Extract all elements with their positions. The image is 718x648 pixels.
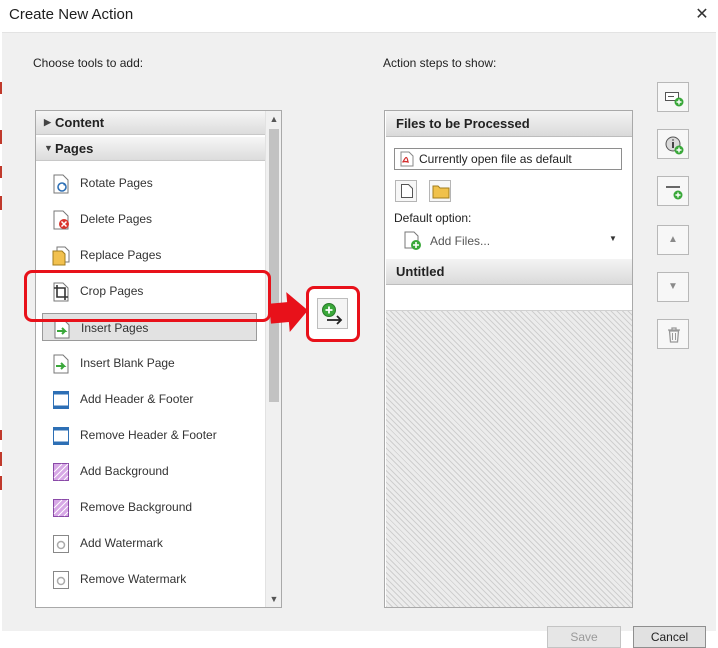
tools-scrollbar[interactable]: ▲ ▼ bbox=[265, 111, 281, 607]
empty-steps-area bbox=[386, 311, 632, 607]
delete-pages-icon bbox=[53, 210, 69, 230]
file-icon bbox=[401, 184, 413, 198]
default-option-label: Default option: bbox=[394, 211, 472, 225]
new-file-button[interactable] bbox=[395, 180, 417, 202]
info-add-icon bbox=[665, 136, 684, 155]
add-watermark-icon bbox=[53, 535, 69, 553]
category-label: Pages bbox=[55, 141, 94, 156]
folder-icon bbox=[432, 185, 450, 199]
cancel-button[interactable]: Cancel bbox=[633, 626, 706, 648]
action-steps-panel: Files to be Processed Currently open fil… bbox=[384, 110, 633, 608]
remove-background-icon bbox=[53, 499, 69, 517]
insert-blank-page-icon bbox=[53, 354, 69, 374]
move-down-button[interactable]: ▼ bbox=[657, 272, 689, 302]
add-step-icon bbox=[665, 92, 684, 107]
add-instruction-step-button[interactable] bbox=[657, 82, 689, 112]
tool-delete-pages[interactable]: Delete Pages bbox=[42, 205, 257, 233]
arrow-up-icon: ▲ bbox=[668, 234, 678, 245]
tool-remove-watermark[interactable]: Remove Watermark bbox=[42, 565, 257, 593]
untitled-section-header: Untitled bbox=[386, 259, 632, 285]
save-button[interactable]: Save bbox=[547, 626, 621, 648]
delete-step-button[interactable] bbox=[657, 319, 689, 349]
tool-label: Delete Pages bbox=[80, 212, 153, 226]
window-title: Create New Action bbox=[9, 6, 134, 23]
add-panel-separator-button[interactable] bbox=[657, 176, 689, 206]
tool-replace-pages[interactable]: Replace Pages bbox=[42, 241, 257, 269]
tool-label: Insert Blank Page bbox=[80, 356, 175, 370]
close-icon[interactable]: ✕ bbox=[692, 5, 712, 25]
pdf-file-icon bbox=[400, 151, 414, 167]
add-to-steps-inner bbox=[317, 298, 348, 329]
insert-pages-highlight bbox=[24, 270, 271, 322]
title-bar: Create New Action ✕ bbox=[0, 0, 718, 32]
add-to-steps-button[interactable] bbox=[306, 286, 360, 342]
replace-pages-icon bbox=[52, 246, 70, 266]
default-option-value: Add Files... bbox=[430, 234, 491, 248]
add-arrow-icon bbox=[322, 303, 343, 325]
tool-label: Add Background bbox=[80, 464, 169, 478]
tool-label: Remove Header & Footer bbox=[80, 428, 217, 442]
remove-header-footer-icon bbox=[53, 427, 69, 445]
browse-folder-button[interactable] bbox=[429, 180, 451, 202]
category-content[interactable]: ▶ Content bbox=[36, 111, 265, 135]
scroll-down-icon[interactable]: ▼ bbox=[269, 593, 279, 605]
untitled-title: Untitled bbox=[396, 264, 445, 279]
add-background-icon bbox=[53, 463, 69, 481]
tool-label: Add Header & Footer bbox=[80, 392, 194, 406]
add-info-step-button[interactable] bbox=[657, 129, 689, 159]
category-pages[interactable]: ▼ Pages bbox=[36, 137, 265, 161]
tool-add-header-footer[interactable]: Add Header & Footer bbox=[42, 385, 257, 413]
file-source-value: Currently open file as default bbox=[419, 152, 572, 166]
tool-label: Insert Pages bbox=[81, 321, 149, 335]
scrollbar-thumb[interactable] bbox=[269, 129, 279, 402]
add-header-footer-icon bbox=[53, 391, 69, 409]
move-up-button[interactable]: ▲ bbox=[657, 225, 689, 255]
chevron-down-icon: ▼ bbox=[609, 234, 617, 243]
tools-list: ▶ Content ▼ Pages Rotate Pages Delete Pa… bbox=[35, 110, 282, 608]
tool-remove-background[interactable]: Remove Background bbox=[42, 493, 257, 521]
files-section-title: Files to be Processed bbox=[396, 116, 530, 131]
tools-heading: Choose tools to add: bbox=[33, 56, 144, 70]
files-section-header: Files to be Processed bbox=[386, 111, 632, 137]
expand-right-icon: ▶ bbox=[44, 117, 51, 127]
separator-add-icon bbox=[666, 186, 683, 200]
tool-label: Remove Watermark bbox=[80, 572, 187, 586]
tool-rotate-pages[interactable]: Rotate Pages bbox=[42, 169, 257, 197]
steps-heading: Action steps to show: bbox=[383, 56, 497, 70]
tool-label: Add Watermark bbox=[80, 536, 163, 550]
add-files-icon bbox=[404, 231, 421, 250]
tool-remove-header-footer[interactable]: Remove Header & Footer bbox=[42, 421, 257, 449]
tool-add-watermark[interactable]: Add Watermark bbox=[42, 529, 257, 557]
default-option-dropdown[interactable]: Add Files... ▼ bbox=[403, 230, 623, 252]
tool-label: Remove Background bbox=[80, 500, 193, 514]
scroll-up-icon[interactable]: ▲ bbox=[269, 113, 279, 125]
file-source-field[interactable]: Currently open file as default bbox=[394, 148, 622, 170]
rotate-pages-icon bbox=[53, 174, 69, 194]
tool-add-background[interactable]: Add Background bbox=[42, 457, 257, 485]
callout-arrow-icon bbox=[269, 292, 308, 333]
trash-icon bbox=[668, 327, 680, 343]
insert-pages-icon bbox=[54, 319, 70, 339]
remove-watermark-icon bbox=[53, 571, 69, 589]
expand-down-icon: ▼ bbox=[44, 143, 53, 153]
untitled-step-row[interactable] bbox=[386, 285, 632, 311]
tool-label: Rotate Pages bbox=[80, 176, 153, 190]
category-label: Content bbox=[55, 115, 105, 130]
tool-label: Replace Pages bbox=[80, 248, 162, 262]
arrow-down-icon: ▼ bbox=[668, 281, 678, 292]
tool-insert-blank-page[interactable]: Insert Blank Page bbox=[42, 349, 257, 377]
